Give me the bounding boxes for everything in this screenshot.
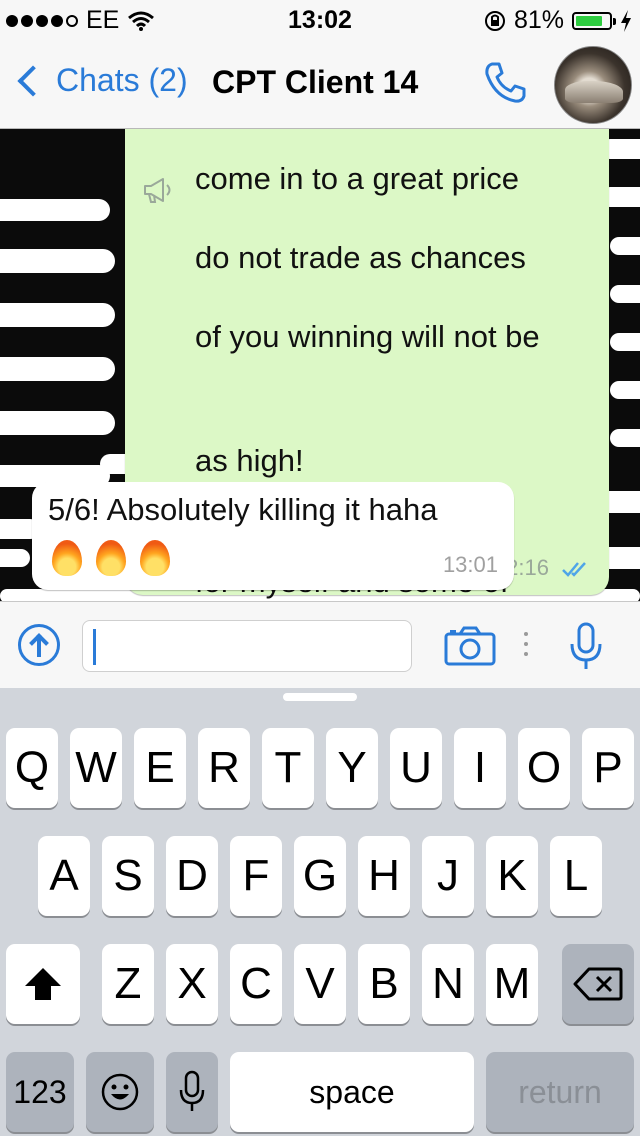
incoming-message-text: 5/6! Absolutely killing it haha: [48, 492, 438, 527]
key-d[interactable]: D: [166, 836, 218, 916]
phone-call-icon[interactable]: [480, 58, 530, 108]
key-t[interactable]: T: [262, 728, 314, 808]
backspace-key[interactable]: [562, 944, 634, 1024]
key-g[interactable]: G: [294, 836, 346, 916]
chat-area[interactable]: come in to a great price do not trade as…: [0, 129, 640, 601]
chat-title[interactable]: CPT Client 14: [212, 64, 418, 101]
battery-percent: 81%: [513, 6, 564, 34]
fire-emoji-icon: [140, 540, 170, 576]
key-k[interactable]: K: [486, 836, 538, 916]
numbers-key[interactable]: 123: [6, 1052, 74, 1132]
chevron-left-icon: [17, 64, 49, 97]
key-w[interactable]: W: [70, 728, 122, 808]
key-h[interactable]: H: [358, 836, 410, 916]
key-z[interactable]: Z: [102, 944, 154, 1024]
key-l[interactable]: L: [550, 836, 602, 916]
back-button[interactable]: Chats (2): [14, 62, 188, 99]
shift-arrow-icon: [25, 968, 61, 1000]
shift-key[interactable]: [6, 944, 80, 1024]
keyboard-handle[interactable]: [283, 693, 357, 701]
status-bar: EE 13:02 81%: [0, 0, 640, 40]
fire-emoji-icon: [52, 540, 82, 576]
text-caret: [93, 629, 96, 665]
fire-emoji-icon: [96, 540, 126, 576]
camera-icon[interactable]: [444, 626, 496, 666]
broadcast-megaphone-icon[interactable]: [141, 175, 177, 205]
key-c[interactable]: C: [230, 944, 282, 1024]
attach-upload-button[interactable]: [18, 624, 60, 666]
avatar-image: [565, 81, 623, 103]
message-timestamp: 13:01: [442, 552, 498, 577]
read-ticks-icon: [562, 562, 586, 577]
chat-header: Chats (2) CPT Client 14: [0, 40, 640, 129]
status-right: 81%: [484, 6, 632, 35]
key-y[interactable]: Y: [326, 728, 378, 808]
dictation-key[interactable]: [166, 1052, 218, 1132]
key-o[interactable]: O: [518, 728, 570, 808]
key-i[interactable]: I: [454, 728, 506, 808]
message-line-high: as high!: [195, 443, 304, 478]
message-line: come in to a great price: [195, 160, 519, 196]
key-a[interactable]: A: [38, 836, 90, 916]
orientation-lock-icon: [484, 10, 505, 31]
space-key[interactable]: space: [230, 1052, 474, 1132]
return-key[interactable]: return: [486, 1052, 634, 1132]
key-m[interactable]: M: [486, 944, 538, 1024]
key-r[interactable]: R: [198, 728, 250, 808]
key-v[interactable]: V: [294, 944, 346, 1024]
message-input[interactable]: [82, 620, 412, 672]
back-label: Chats (2): [56, 62, 188, 98]
message-line: of you winning will not be: [195, 318, 540, 354]
more-dots-icon: [524, 632, 530, 660]
charging-bolt-icon: [621, 9, 631, 32]
key-p[interactable]: P: [582, 728, 634, 808]
smiley-icon: [101, 1073, 139, 1111]
key-b[interactable]: B: [358, 944, 410, 1024]
battery-icon: [572, 11, 616, 30]
key-e[interactable]: E: [134, 728, 186, 808]
emoji-key[interactable]: [86, 1052, 154, 1132]
message-line: do not trade as chances: [195, 239, 526, 275]
key-f[interactable]: F: [230, 836, 282, 916]
microphone-icon[interactable]: [568, 622, 604, 672]
key-q[interactable]: Q: [6, 728, 58, 808]
key-n[interactable]: N: [422, 944, 474, 1024]
emoji-row: [52, 540, 170, 576]
microphone-icon: [179, 1070, 205, 1111]
avatar[interactable]: [554, 46, 632, 124]
key-j[interactable]: J: [422, 836, 474, 916]
key-u[interactable]: U: [390, 728, 442, 808]
incoming-message[interactable]: 5/6! Absolutely killing it haha 13:01: [32, 482, 514, 590]
keyboard: Q W E R T Y U I O P A S D F G H J K L Z …: [0, 688, 640, 1136]
key-x[interactable]: X: [166, 944, 218, 1024]
key-s[interactable]: S: [102, 836, 154, 916]
message-composer: [0, 601, 640, 688]
backspace-icon: [573, 967, 623, 1001]
